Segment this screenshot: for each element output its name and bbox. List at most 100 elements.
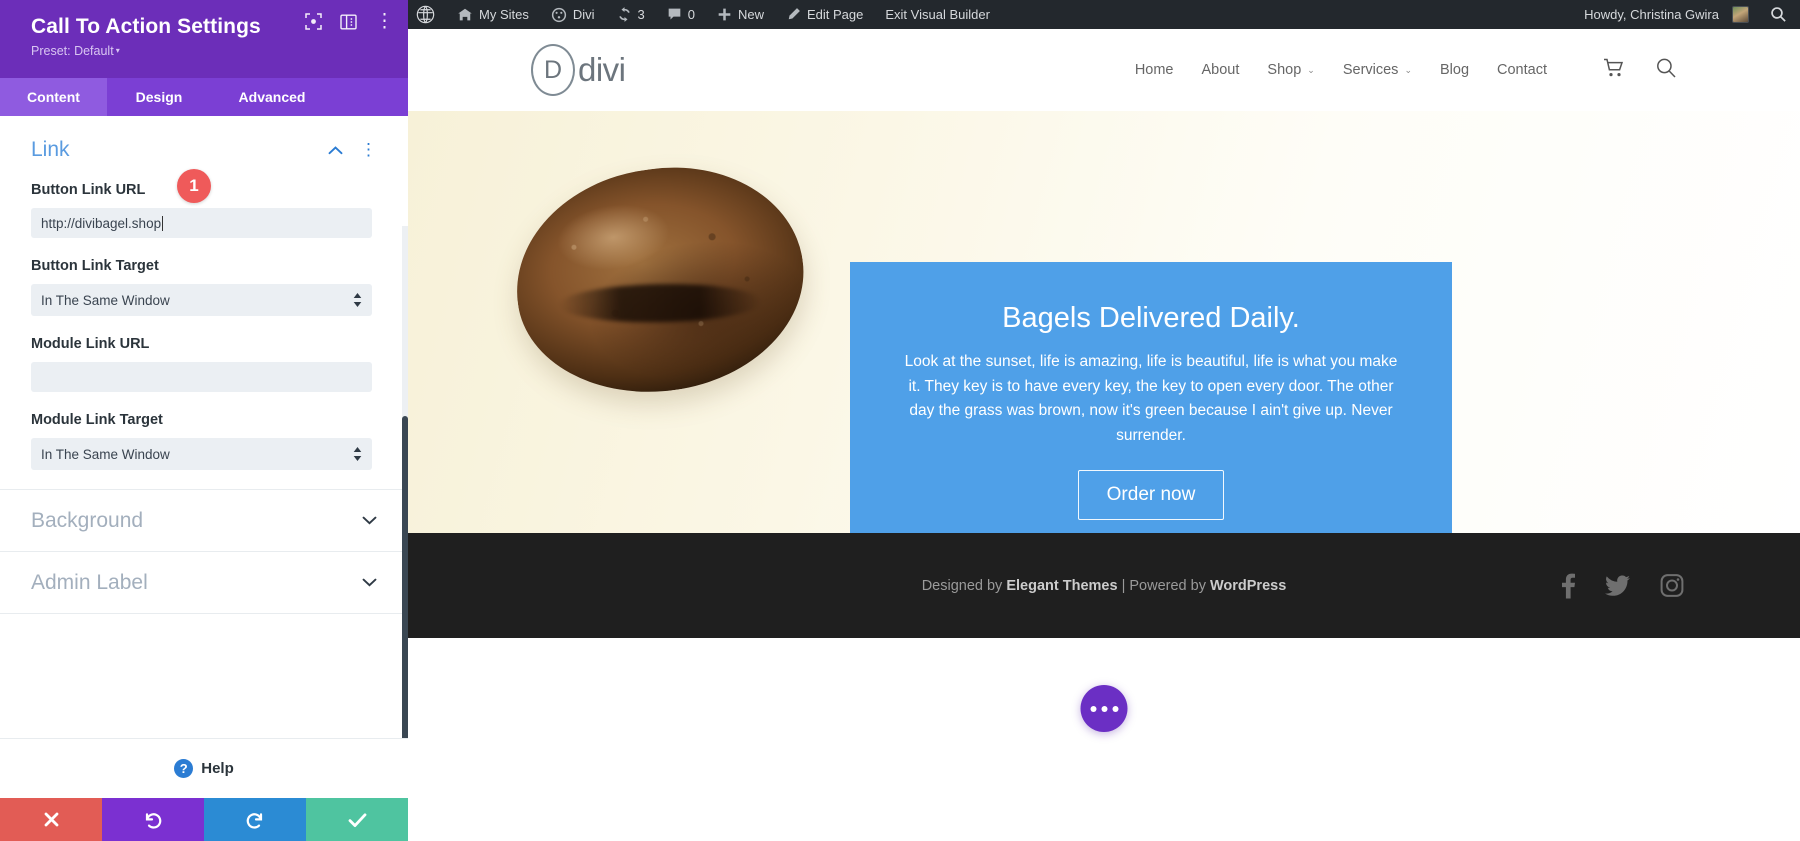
button-link-target-value: In The Same Window <box>41 293 170 308</box>
wordpress-logo-icon[interactable] <box>408 0 446 29</box>
layout-toggle-icon[interactable] <box>340 14 357 30</box>
button-link-target-select[interactable]: In The Same Window <box>31 284 372 316</box>
pencil-icon <box>786 7 801 22</box>
sites-icon <box>457 7 473 23</box>
field-button-link-target: Button Link Target In The Same Window <box>31 257 377 316</box>
search-icon[interactable] <box>1655 57 1677 84</box>
close-icon <box>42 810 61 829</box>
nav-item-home[interactable]: Home <box>1135 62 1174 78</box>
site-preview: D divi Home About Shop ⌄ Services ⌄ <box>408 29 1800 841</box>
step-badge-1: 1 <box>177 169 211 203</box>
admin-bar-updates-count: 3 <box>638 7 645 22</box>
admin-bar-my-sites-label: My Sites <box>479 7 529 22</box>
panel-header-actions: ⋮ <box>305 12 394 31</box>
module-link-target-select[interactable]: In The Same Window <box>31 438 372 470</box>
avatar <box>1732 6 1749 23</box>
cancel-button[interactable] <box>0 798 102 841</box>
section-link-header[interactable]: Link ⋮ <box>31 138 377 162</box>
chevron-down-icon[interactable] <box>362 513 377 528</box>
site-logo[interactable]: D divi <box>531 44 626 96</box>
chevron-down-icon[interactable] <box>362 575 377 590</box>
howdy-label: Howdy, Christina Gwira <box>1584 7 1719 22</box>
bagel-product-image <box>502 150 818 410</box>
chevron-down-icon: ▾ <box>116 46 120 55</box>
logo-mark: D <box>531 44 575 96</box>
site-navigation: Home About Shop ⌄ Services ⌄ Blog Contac <box>1135 57 1677 84</box>
nav-item-services-label: Services <box>1343 62 1399 78</box>
panel-tabs: Content Design Advanced <box>0 78 408 116</box>
undo-icon <box>143 810 163 830</box>
footer-elegant-themes-link[interactable]: Elegant Themes <box>1006 578 1117 594</box>
nav-item-contact[interactable]: Contact <box>1497 62 1547 78</box>
panel-preset-label: Preset: Default <box>31 44 114 58</box>
nav-item-contact-label: Contact <box>1497 62 1547 78</box>
dot-1 <box>1090 706 1096 712</box>
admin-bar-my-sites[interactable]: My Sites <box>446 0 540 29</box>
footer-social-links <box>1562 573 1684 598</box>
admin-bar-howdy[interactable]: Howdy, Christina Gwira <box>1576 0 1760 29</box>
admin-bar-updates[interactable]: 3 <box>606 0 656 29</box>
twitter-icon[interactable] <box>1605 575 1630 596</box>
footer-wordpress-link[interactable]: WordPress <box>1210 578 1286 594</box>
wp-admin-bar: My Sites Divi 3 0 New Edit Page <box>408 0 1800 29</box>
section-link: Link ⋮ Button Link URL 1 http://divibage… <box>0 116 408 470</box>
admin-bar-comments-count: 0 <box>688 7 695 22</box>
redo-button[interactable] <box>204 798 306 841</box>
footer-powered-by: Powered by <box>1129 578 1210 594</box>
nav-item-shop-label: Shop <box>1267 62 1301 78</box>
admin-bar-new[interactable]: New <box>706 0 775 29</box>
select-arrows-icon <box>353 293 362 307</box>
cta-title: Bagels Delivered Daily. <box>1002 300 1300 336</box>
admin-bar-search-icon[interactable] <box>1760 6 1800 23</box>
panel-scrollbar-thumb[interactable] <box>402 416 408 738</box>
tab-advanced[interactable]: Advanced <box>211 78 333 116</box>
save-button[interactable] <box>306 798 408 841</box>
section-link-title: Link <box>31 138 70 162</box>
module-link-url-input[interactable] <box>31 362 372 392</box>
admin-bar-exit-visual-builder[interactable]: Exit Visual Builder <box>874 0 1001 29</box>
section-kebab-icon[interactable]: ⋮ <box>360 143 377 157</box>
field-module-link-url: Module Link URL <box>31 335 377 392</box>
admin-bar-comments[interactable]: 0 <box>656 0 706 29</box>
tab-content[interactable]: Content <box>0 78 107 116</box>
section-admin-label[interactable]: Admin Label <box>0 552 408 614</box>
focus-frame-icon[interactable] <box>305 13 322 30</box>
button-link-url-input[interactable]: http://divibagel.shop <box>31 208 372 238</box>
nav-item-blog[interactable]: Blog <box>1440 62 1469 78</box>
chevron-down-icon: ⌄ <box>1307 65 1315 76</box>
panel-preset-selector[interactable]: Preset: Default▾ <box>31 43 390 59</box>
button-link-url-value: http://divibagel.shop <box>41 216 161 231</box>
nav-item-about[interactable]: About <box>1202 62 1240 78</box>
section-background[interactable]: Background <box>0 490 408 552</box>
admin-bar-divi[interactable]: Divi <box>540 0 606 29</box>
nav-item-shop[interactable]: Shop ⌄ <box>1267 62 1314 78</box>
admin-bar-divi-label: Divi <box>573 7 595 22</box>
nav-item-about-label: About <box>1202 62 1240 78</box>
panel-scrollbar-track[interactable] <box>402 226 408 738</box>
admin-bar-left: My Sites Divi 3 0 New Edit Page <box>408 0 1001 29</box>
footer-credits: Designed by Elegant Themes | Powered by … <box>922 578 1287 594</box>
help-row[interactable]: ? Help <box>0 738 408 798</box>
plus-icon <box>717 7 732 22</box>
button-link-target-label: Button Link Target <box>31 258 159 274</box>
facebook-icon[interactable] <box>1562 573 1575 598</box>
call-to-action-module[interactable]: Bagels Delivered Daily. Look at the suns… <box>850 262 1452 533</box>
admin-bar-edit-page[interactable]: Edit Page <box>775 0 874 29</box>
section-link-actions: ⋮ <box>328 143 377 158</box>
kebab-menu-icon[interactable]: ⋮ <box>375 12 394 31</box>
site-footer: Designed by Elegant Themes | Powered by … <box>408 533 1800 638</box>
visual-builder-toggle-button[interactable] <box>1081 685 1128 732</box>
nav-item-services[interactable]: Services ⌄ <box>1343 62 1412 78</box>
tab-design[interactable]: Design <box>107 78 211 116</box>
admin-bar-exit-vb-label: Exit Visual Builder <box>885 7 990 22</box>
module-link-target-label: Module Link Target <box>31 412 163 428</box>
undo-button[interactable] <box>102 798 204 841</box>
chevron-up-icon[interactable] <box>328 143 343 158</box>
help-label: Help <box>201 760 234 777</box>
footer-designed-by: Designed by <box>922 578 1007 594</box>
cta-order-now-button[interactable]: Order now <box>1078 470 1225 520</box>
cart-icon[interactable] <box>1603 58 1625 83</box>
dot-3 <box>1112 706 1118 712</box>
instagram-icon[interactable] <box>1660 574 1684 598</box>
module-link-target-value: In The Same Window <box>41 447 170 462</box>
